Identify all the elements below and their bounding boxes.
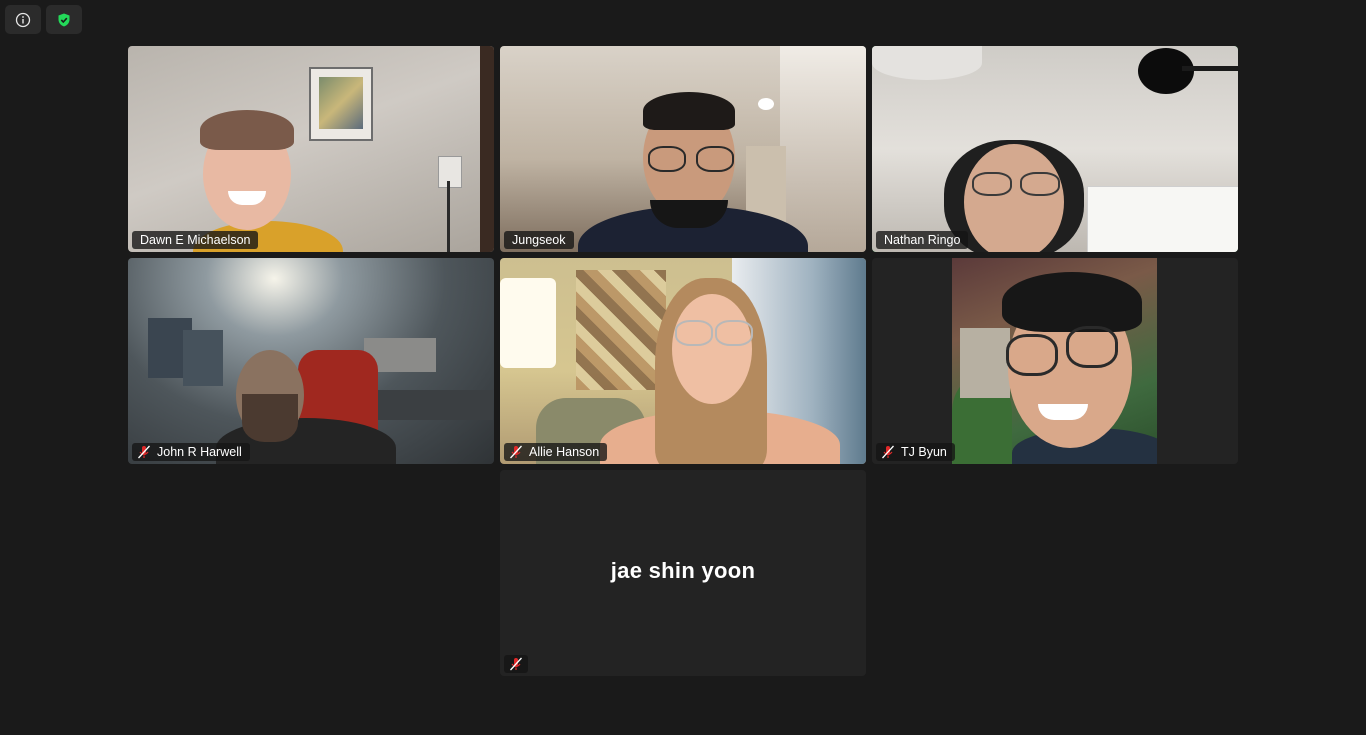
glasses <box>1066 326 1118 368</box>
participant-name-tag: Allie Hanson <box>504 443 608 461</box>
participant-name: John R Harwell <box>157 445 242 459</box>
wall-poster <box>183 330 223 386</box>
wall-picture <box>309 67 373 141</box>
participant-name: Dawn E Michaelson <box>140 233 251 247</box>
video-tile-nathan[interactable]: Nathan Ringo <box>872 46 1238 252</box>
glasses <box>675 320 713 346</box>
microphone-muted-icon <box>504 655 528 673</box>
participant-name: Allie Hanson <box>529 445 600 459</box>
video-tile-jae[interactable]: jae shin yoon <box>500 470 866 676</box>
participant-name-tag: John R Harwell <box>132 443 250 461</box>
microphone-muted-icon <box>137 445 151 459</box>
security-button[interactable] <box>46 5 82 34</box>
microphone <box>1138 48 1194 94</box>
shield-check-icon <box>58 13 70 26</box>
video-tile-allie[interactable]: Allie Hanson <box>500 258 866 464</box>
participant-name-tag: Jungseok <box>504 231 574 249</box>
microphone-muted-icon <box>509 445 523 459</box>
person-head <box>964 144 1064 252</box>
glasses <box>648 146 686 172</box>
info-icon <box>15 12 31 27</box>
video-tile-john[interactable]: John R Harwell <box>128 258 494 464</box>
ceiling-light <box>758 98 774 110</box>
person-beard <box>242 394 298 442</box>
window <box>1087 186 1238 252</box>
meeting-info-button[interactable] <box>5 5 41 34</box>
glasses <box>972 172 1012 196</box>
wall-outlet <box>438 156 462 188</box>
participant-name: Jungseok <box>512 233 566 247</box>
participant-display-name: jae shin yoon <box>610 558 756 583</box>
video-tile-tj[interactable]: TJ Byun <box>872 258 1238 464</box>
participant-name: TJ Byun <box>901 445 947 459</box>
participant-name-tag: Dawn E Michaelson <box>132 231 259 249</box>
participant-name-tag: Nathan Ringo <box>876 231 969 249</box>
door-frame <box>480 46 494 252</box>
glasses <box>1020 172 1060 196</box>
video-tile-jungseok[interactable]: Jungseok <box>500 46 866 252</box>
ceiling-lamp <box>872 46 982 80</box>
ceiling-area <box>780 46 866 252</box>
lamp <box>500 278 556 368</box>
wall-posters <box>576 270 666 390</box>
person-hair <box>643 92 735 130</box>
participant-name-tag: TJ Byun <box>876 443 955 461</box>
building <box>960 328 1010 398</box>
glasses <box>696 146 734 172</box>
microphone-arm <box>1182 66 1238 71</box>
person-head <box>672 294 752 404</box>
power-cord <box>447 181 450 252</box>
stove <box>363 390 493 420</box>
video-feed <box>952 258 1157 464</box>
video-tile-dawn[interactable]: Dawn E Michaelson <box>128 46 494 252</box>
glasses <box>1006 334 1058 376</box>
participant-name: Nathan Ringo <box>884 233 961 247</box>
glasses <box>715 320 753 346</box>
microphone-muted-icon <box>881 445 895 459</box>
person-hair <box>1002 272 1142 332</box>
person-hair <box>200 110 294 150</box>
